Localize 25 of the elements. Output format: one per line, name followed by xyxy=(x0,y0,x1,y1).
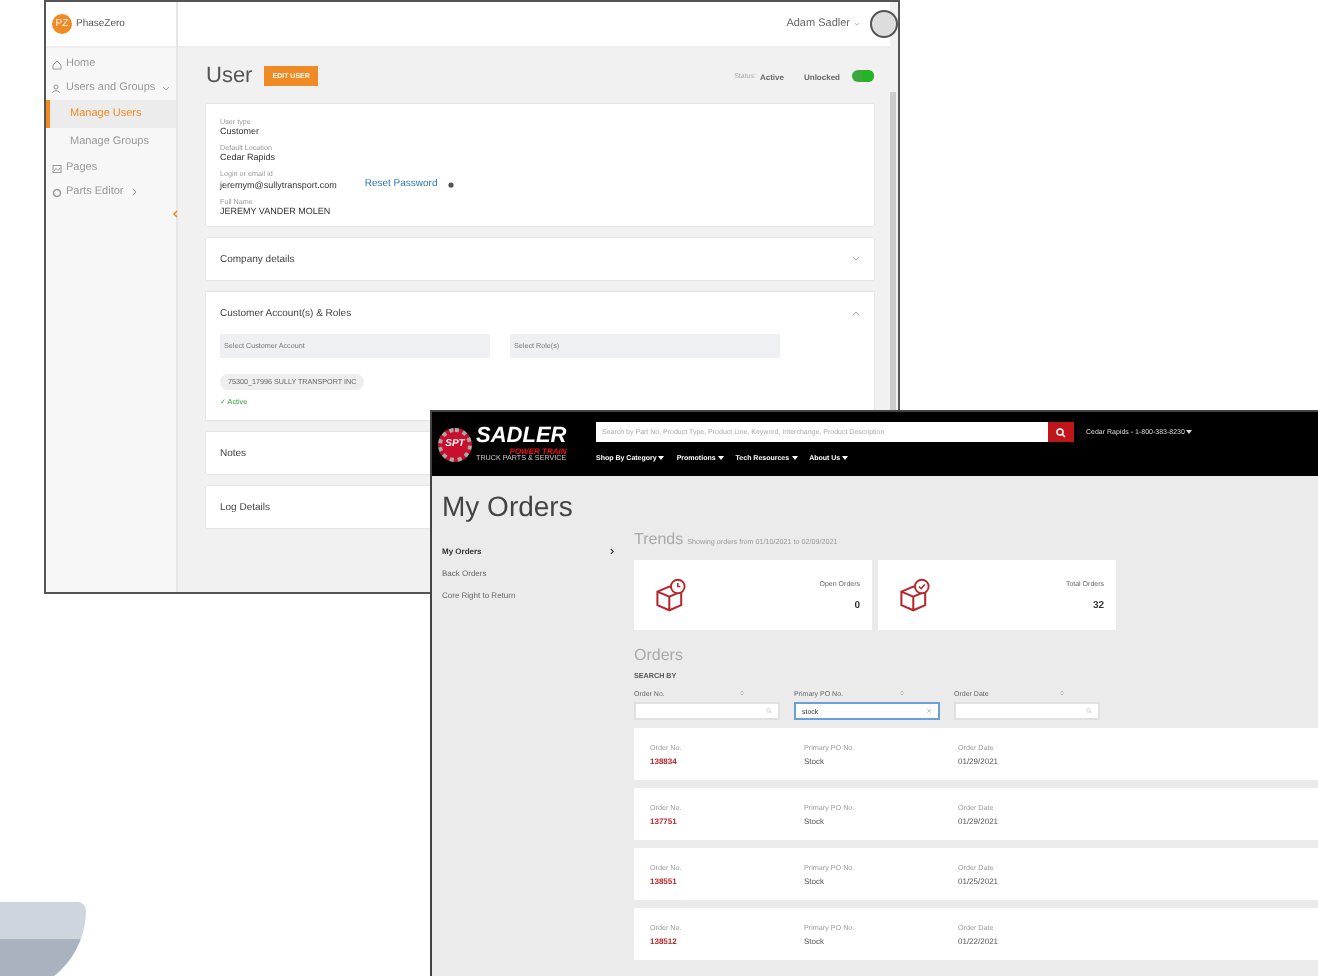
caret-icon[interactable] xyxy=(791,456,798,460)
chevron-icon xyxy=(609,547,614,555)
search-icon xyxy=(1056,427,1066,437)
caret-icon[interactable] xyxy=(717,456,724,460)
filter-input[interactable] xyxy=(634,702,780,720)
users-icon xyxy=(52,83,62,93)
search-icon xyxy=(766,708,772,714)
caret-icon[interactable] xyxy=(1186,430,1193,434)
close-icon[interactable] xyxy=(926,708,932,714)
box-check-icon xyxy=(898,578,932,612)
section-title: Trends xyxy=(634,530,684,548)
search-button[interactable] xyxy=(1048,422,1074,442)
avatar-icon[interactable] xyxy=(870,10,898,38)
box-clock-icon xyxy=(654,578,688,612)
image-icon xyxy=(52,163,62,173)
lock-toggle[interactable] xyxy=(852,70,874,82)
search-icon xyxy=(1086,708,1092,714)
page-title: My Orders xyxy=(442,490,575,522)
home-icon xyxy=(52,59,62,69)
caret-icon[interactable] xyxy=(658,456,665,460)
page-title: User xyxy=(206,64,253,88)
collapse-icon[interactable] xyxy=(172,210,178,218)
section-title: Orders xyxy=(634,646,685,664)
filter-input[interactable] xyxy=(954,702,1100,720)
caret-icon[interactable] xyxy=(842,456,849,460)
